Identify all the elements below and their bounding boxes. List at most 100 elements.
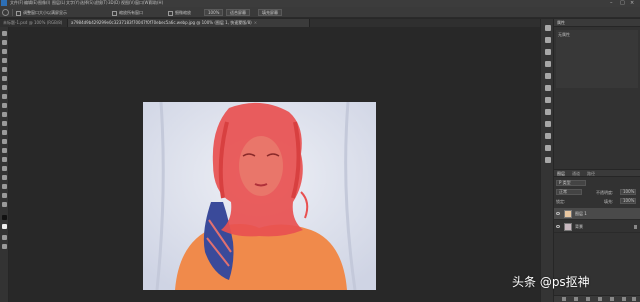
- minimize-icon[interactable]: –: [610, 0, 613, 6]
- lock-icon: [634, 225, 637, 229]
- right-panel: 属性 无属性 图层 通道 路径 P 类型 正常 不透明度: 100% 锁定: 填…: [554, 19, 640, 302]
- menu-window[interactable]: 窗口(W): [135, 0, 150, 6]
- crop-tool-icon[interactable]: [2, 67, 7, 72]
- tab-paths[interactable]: 路径: [587, 171, 595, 177]
- fit-screen-button[interactable]: 适合屏幕: [226, 9, 250, 16]
- stamp-tool-icon[interactable]: [2, 103, 7, 108]
- layer-kind-filter[interactable]: P 类型: [556, 180, 586, 186]
- dodge-tool-icon[interactable]: [2, 148, 7, 153]
- close-icon[interactable]: ×: [630, 0, 634, 6]
- eraser-tool-icon[interactable]: [2, 121, 7, 126]
- brush-preset-icon[interactable]: [545, 73, 551, 79]
- gradient-tool-icon[interactable]: [2, 130, 7, 135]
- opacity-label: 不透明度:: [596, 190, 614, 195]
- shape-tool-icon[interactable]: [2, 184, 7, 189]
- scrubby-zoom-option[interactable]: 细微缩放: [168, 9, 191, 16]
- new-group-icon[interactable]: [610, 297, 614, 301]
- checkbox-icon[interactable]: [16, 10, 21, 16]
- fx-icon[interactable]: [574, 297, 578, 301]
- close-tab-icon[interactable]: ×: [254, 20, 257, 25]
- adjustments-icon[interactable]: [545, 85, 551, 91]
- path-select-tool-icon[interactable]: [2, 175, 7, 180]
- zoom-all-windows-option[interactable]: 缩放所有窗口: [112, 9, 143, 16]
- fill-label: 填充:: [604, 199, 614, 204]
- properties-title: 属性: [557, 20, 565, 25]
- fill-screen-button[interactable]: 填充屏幕: [258, 9, 282, 16]
- tab-active-document[interactable]: a7984d9b429299e0c3237183f70047f0f70ebec5…: [68, 19, 310, 27]
- color-icon[interactable]: [545, 121, 551, 127]
- menu-select[interactable]: 选择(S): [80, 0, 94, 6]
- lasso-tool-icon[interactable]: [2, 49, 7, 54]
- marquee-tool-icon[interactable]: [2, 40, 7, 45]
- layer-row[interactable]: 图层 1: [554, 208, 640, 220]
- info-icon[interactable]: [545, 133, 551, 139]
- character-icon[interactable]: [545, 49, 551, 55]
- menu-edit[interactable]: 编辑(E): [24, 0, 38, 6]
- eye-icon[interactable]: [556, 212, 560, 215]
- background-color-swatch[interactable]: [2, 224, 7, 229]
- face: [239, 136, 283, 196]
- styles-icon[interactable]: [545, 97, 551, 103]
- new-layer-icon[interactable]: [622, 297, 626, 301]
- menu-help[interactable]: 帮助(H): [149, 0, 163, 6]
- move-tool-icon[interactable]: [2, 31, 7, 36]
- tab-untitled[interactable]: 未标题-1.psd @ 100% (RGB/8): [0, 19, 68, 27]
- collapsed-panel-icons: [540, 19, 554, 302]
- add-mask-icon[interactable]: [586, 297, 590, 301]
- blend-mode-select[interactable]: 正常: [556, 189, 582, 195]
- blur-tool-icon[interactable]: [2, 139, 7, 144]
- portrait-photo: [143, 102, 376, 290]
- menu-filter[interactable]: 滤镜(T): [94, 0, 108, 6]
- eye-icon[interactable]: [556, 225, 560, 228]
- layer-name[interactable]: 图层 1: [575, 211, 587, 217]
- actions-icon[interactable]: [545, 157, 551, 163]
- screen-mode-icon[interactable]: [2, 244, 7, 249]
- foreground-color-swatch[interactable]: [2, 215, 7, 220]
- checkbox-icon[interactable]: [168, 10, 173, 16]
- swatches-icon[interactable]: [545, 109, 551, 115]
- photoshop-logo-icon: [1, 0, 7, 6]
- quick-mask-icon[interactable]: [2, 235, 7, 240]
- type-tool-icon[interactable]: [2, 166, 7, 171]
- navigator-icon[interactable]: [545, 145, 551, 151]
- history-brush-tool-icon[interactable]: [2, 112, 7, 117]
- layers-panel-header: 图层 通道 路径: [554, 169, 640, 177]
- layer-row[interactable]: 背景: [554, 221, 640, 233]
- no-properties-text: 无属性: [558, 32, 570, 37]
- document-tab-bar: 未标题-1.psd @ 100% (RGB/8) a7984d9b429299e…: [0, 19, 540, 27]
- divider: [12, 9, 13, 16]
- properties-icon[interactable]: [545, 37, 551, 43]
- link-layers-icon[interactable]: [562, 297, 566, 301]
- menu-view[interactable]: 视图(V): [121, 0, 135, 6]
- zoom-tool-icon[interactable]: [2, 9, 9, 16]
- adjustment-layer-icon[interactable]: [598, 297, 602, 301]
- pen-tool-icon[interactable]: [2, 157, 7, 162]
- quick-select-tool-icon[interactable]: [2, 58, 7, 63]
- layer-thumbnail: [564, 210, 572, 218]
- healing-tool-icon[interactable]: [2, 85, 7, 90]
- zoom-tool-icon[interactable]: [2, 202, 7, 207]
- checkbox-icon[interactable]: [112, 10, 117, 16]
- delete-layer-icon[interactable]: [632, 297, 636, 301]
- document-image[interactable]: [143, 102, 376, 290]
- tab-layers[interactable]: 图层: [557, 171, 565, 177]
- resize-windows-option[interactable]: 调整窗口大小以满屏显示: [16, 9, 67, 16]
- tools-panel: [0, 27, 9, 302]
- menu-layer[interactable]: 图层(L): [52, 0, 65, 6]
- tab-channels[interactable]: 通道: [572, 171, 580, 177]
- zoom-100-button[interactable]: 100%: [204, 9, 224, 16]
- eyedropper-tool-icon[interactable]: [2, 76, 7, 81]
- paragraph-icon[interactable]: [545, 61, 551, 67]
- menu-file[interactable]: 文件(F): [10, 0, 23, 6]
- menu-3d[interactable]: 3D(D): [108, 0, 120, 6]
- maximize-icon[interactable]: □: [620, 0, 625, 6]
- layer-name[interactable]: 背景: [575, 224, 583, 230]
- brush-tool-icon[interactable]: [2, 94, 7, 99]
- menu-image[interactable]: 图像(I): [38, 0, 50, 6]
- menu-type[interactable]: 文字(Y): [66, 0, 80, 6]
- opacity-input[interactable]: 100%: [620, 189, 636, 195]
- hand-tool-icon[interactable]: [2, 193, 7, 198]
- history-icon[interactable]: [545, 25, 551, 31]
- fill-input[interactable]: 100%: [620, 198, 636, 204]
- options-bar: 调整窗口大小以满屏显示 缩放所有窗口 细微缩放 100% 适合屏幕 填充屏幕: [0, 7, 640, 18]
